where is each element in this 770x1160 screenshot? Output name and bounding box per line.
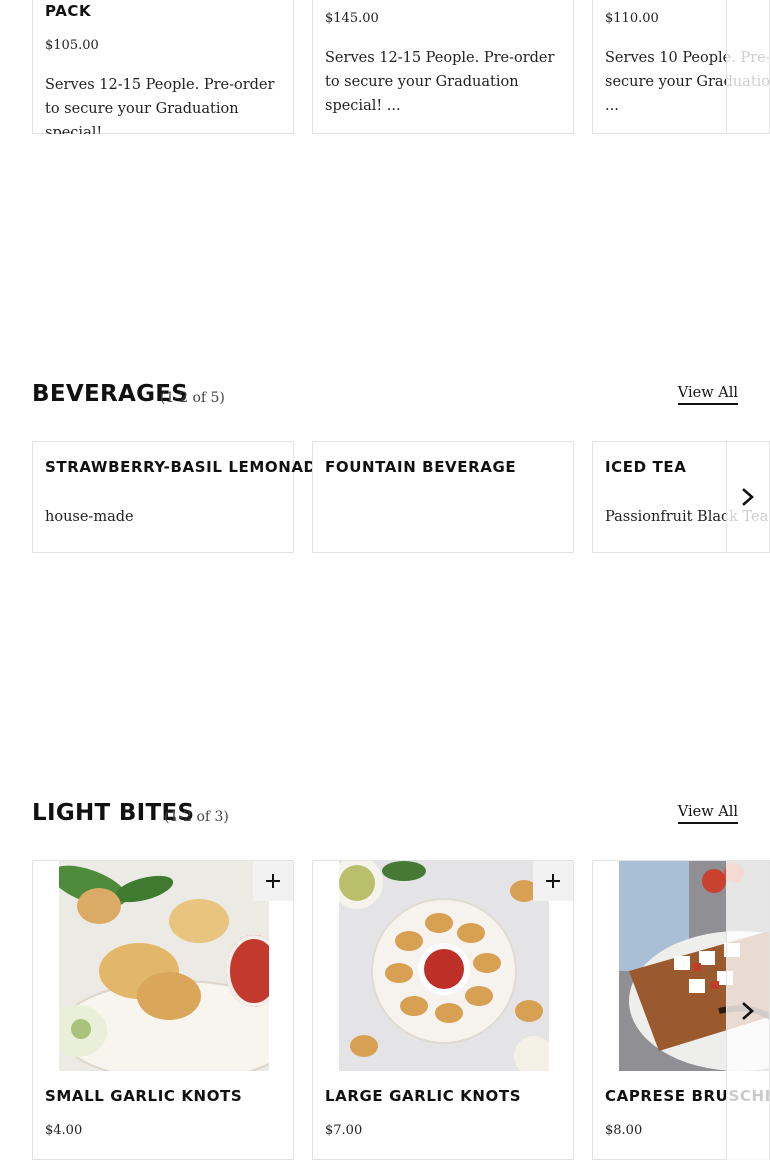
view-all-link[interactable]: View All — [677, 804, 738, 824]
menu-item-image — [59, 861, 269, 1071]
graduation-row: PACK $105.00 Serves 12-15 People. Pre-or… — [32, 0, 770, 134]
menu-item-title: SMALL GARLIC KNOTS — [45, 1087, 243, 1105]
menu-item-price: $7.00 — [325, 1123, 363, 1138]
section-count: (1-2 of 3) — [164, 809, 229, 825]
carousel-next-button[interactable] — [726, 0, 770, 134]
menu-item-card[interactable]: FOUNTAIN BEVERAGE — [312, 441, 574, 553]
menu-item-title: FOUNTAIN BEVERAGE — [325, 458, 517, 476]
add-to-cart-button[interactable] — [253, 861, 293, 901]
menu-item-price: $8.00 — [605, 1123, 643, 1138]
menu-item-card[interactable]: STRAWBERRY-BASIL LEMONADE house-made — [32, 441, 327, 553]
menu-item-card[interactable]: PACK $105.00 Serves 12-15 People. Pre-or… — [32, 0, 294, 134]
section-count: (1-2 of 5) — [160, 390, 225, 406]
menu-item-title: PACK — [45, 2, 92, 20]
chevron-right-icon — [742, 1001, 754, 1020]
menu-item-description: house-made — [45, 509, 134, 525]
menu-item-price: $105.00 — [45, 38, 99, 53]
beverages-row: STRAWBERRY-BASIL LEMONADE house-made FOU… — [32, 441, 770, 553]
menu-item-description: Serves 12-15 People. Pre-order to secure… — [45, 77, 275, 134]
menu-item-title: LARGE GARLIC KNOTS — [325, 1087, 522, 1105]
carousel-next-button[interactable] — [726, 860, 770, 1160]
beverages-header: BEVERAGES (1-2 of 5) View All — [32, 381, 738, 415]
menu-item-image — [339, 861, 549, 1071]
menu-item-description: Serves 12-15 People. Pre-order to secure… — [325, 50, 555, 114]
menu-item-card[interactable]: LARGE GARLIC KNOTS $7.00 — [312, 860, 574, 1160]
carousel-next-button[interactable] — [726, 441, 770, 553]
menu-item-card[interactable]: $145.00 Serves 12-15 People. Pre-order t… — [312, 0, 574, 134]
add-to-cart-button[interactable] — [533, 861, 573, 901]
chevron-right-icon — [742, 488, 754, 506]
light-bites-header: LIGHT BITES (1-2 of 3) View All — [32, 800, 738, 834]
plus-icon — [266, 874, 280, 888]
menu-item-title: STRAWBERRY-BASIL LEMONADE — [45, 458, 328, 476]
view-all-link[interactable]: View All — [677, 385, 738, 405]
plus-icon — [546, 874, 560, 888]
menu-item-card[interactable]: SMALL GARLIC KNOTS $4.00 — [32, 860, 294, 1160]
menu-item-title: ICED TEA — [605, 458, 687, 476]
light-bites-row: SMALL GARLIC KNOTS $4.00 LARGE GARLIC KN… — [32, 860, 770, 1160]
menu-item-price: $4.00 — [45, 1123, 83, 1138]
menu-item-price: $145.00 — [325, 11, 379, 26]
menu-item-price: $110.00 — [605, 11, 659, 26]
